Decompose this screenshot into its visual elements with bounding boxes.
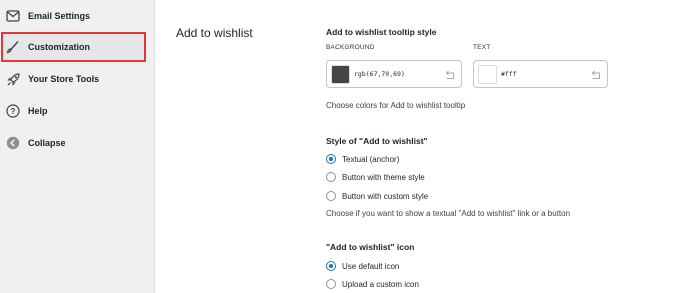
background-color-value: rgb(67,70,69) [354, 70, 405, 78]
sidebar-item-label: Customization [28, 42, 90, 52]
text-color-picker[interactable]: #fff [473, 60, 608, 88]
background-color-picker[interactable]: rgb(67,70,69) [326, 60, 462, 88]
radio-upload-custom-icon[interactable]: Upload a custom icon [326, 278, 419, 290]
tooltip-style-description: Choose colors for Add to wishlist toolti… [326, 101, 466, 110]
reset-icon[interactable] [590, 68, 602, 80]
rocket-icon [5, 71, 21, 87]
radio-dot[interactable] [326, 261, 336, 271]
radio-textual-anchor[interactable]: Textual (anchor) [326, 153, 399, 165]
background-color-swatch[interactable] [331, 65, 350, 84]
radio-label: Use default icon [342, 261, 400, 271]
text-color-value: #fff [501, 70, 517, 78]
section-title: Add to wishlist [176, 26, 253, 40]
radio-use-default-icon[interactable]: Use default icon [326, 260, 399, 272]
envelope-icon [5, 8, 21, 24]
sidebar-item-email-settings[interactable]: Email Settings [2, 2, 145, 30]
background-label: BACKGROUND [326, 44, 375, 51]
style-group-title: Style of "Add to wishlist" [326, 136, 428, 146]
radio-label: Textual (anchor) [342, 154, 400, 164]
style-group-description: Choose if you want to show a textual "Ad… [326, 209, 571, 218]
radio-label: Upload a custom icon [342, 279, 419, 289]
radio-dot[interactable] [326, 172, 336, 182]
tooltip-style-title: Add to wishlist tooltip style [326, 27, 437, 37]
text-color-swatch[interactable] [478, 65, 497, 84]
icon-group-title: "Add to wishlist" icon [326, 242, 415, 252]
radio-label: Button with custom style [342, 191, 429, 201]
sidebar-item-label: Collapse [28, 138, 66, 148]
svg-text:?: ? [11, 107, 16, 116]
text-label: TEXT [473, 44, 491, 51]
sidebar-item-customization[interactable]: Customization [1, 32, 146, 62]
sidebar-item-label: Your Store Tools [28, 74, 100, 84]
radio-dot[interactable] [326, 154, 336, 164]
radio-label: Button with theme style [342, 172, 425, 182]
sidebar-item-collapse[interactable]: Collapse [2, 129, 145, 157]
sidebar-item-label: Email Settings [28, 11, 91, 21]
radio-button-theme-style[interactable]: Button with theme style [326, 171, 425, 183]
reset-icon[interactable] [444, 68, 456, 80]
sidebar-item-label: Help [28, 106, 48, 116]
radio-dot[interactable] [326, 191, 336, 201]
main-panel: Add to wishlist Add to wishlist tooltip … [156, 0, 680, 293]
sidebar: Email Settings Customization Your Store … [0, 0, 155, 293]
collapse-icon [5, 135, 21, 151]
help-icon: ? [5, 103, 21, 119]
radio-button-custom-style[interactable]: Button with custom style [326, 190, 428, 202]
radio-dot[interactable] [326, 279, 336, 289]
sidebar-item-help[interactable]: ? Help [2, 97, 145, 125]
sidebar-item-store-tools[interactable]: Your Store Tools [2, 65, 145, 93]
brush-icon [5, 39, 21, 55]
